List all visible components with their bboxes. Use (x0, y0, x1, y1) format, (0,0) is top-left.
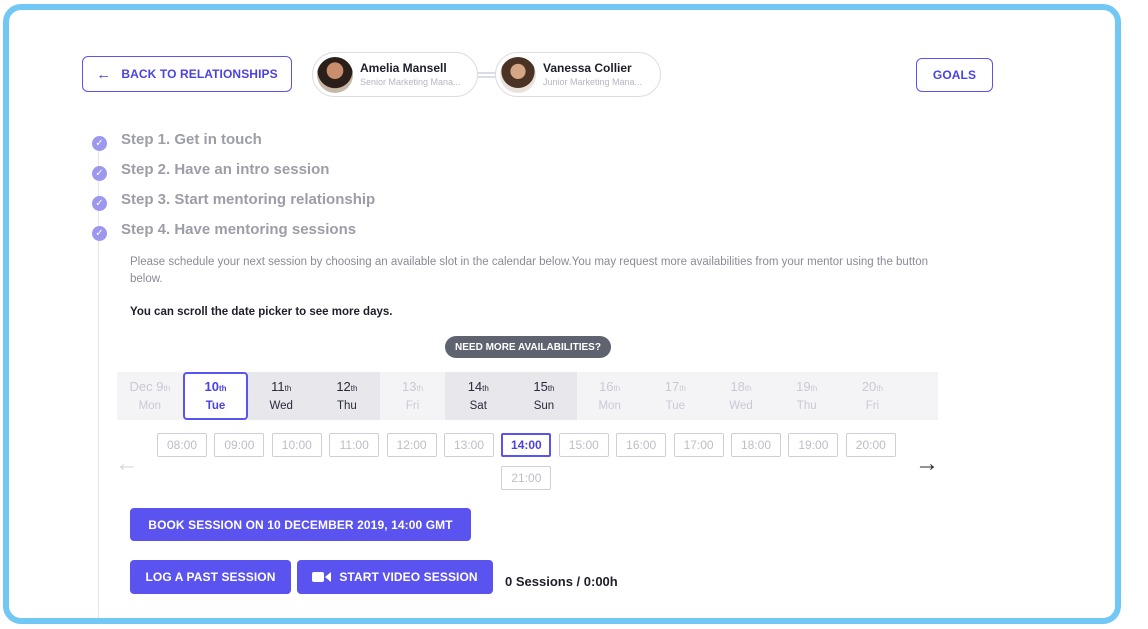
video-camera-icon (312, 572, 332, 582)
arrow-right-icon[interactable]: → (915, 452, 939, 476)
date-option: 19th Thu (774, 372, 840, 420)
step-label: Step 4. Have mentoring sessions (121, 221, 357, 238)
date-day: 10th (204, 378, 227, 394)
date-day: 15th (533, 378, 555, 394)
date-option: 17th Tue (643, 372, 709, 420)
participant-name: Vanessa Collier (543, 61, 632, 75)
date-day: 13th (402, 378, 424, 394)
participant-role: Junior Marketing Mana... (543, 77, 643, 87)
date-day: 17th (664, 378, 686, 394)
date-option[interactable]: 10th Tue (182, 372, 249, 420)
time-slot[interactable]: 09:00 (214, 433, 265, 457)
goals-button[interactable]: GOALS (916, 58, 993, 92)
time-slot[interactable]: 19:00 (788, 433, 839, 457)
date-weekday: Tue (205, 399, 226, 412)
date-day: 18th (730, 378, 752, 394)
check-circle-icon: ✓ (92, 166, 107, 181)
date-option[interactable]: 14th Sat (445, 372, 512, 420)
arrow-left-icon[interactable]: ← (115, 452, 139, 476)
sessions-summary: 0 Sessions / 0:00h (505, 574, 618, 589)
date-option[interactable]: 15th Sun (511, 372, 577, 420)
date-picker[interactable]: Dec 9th Mon 10th Tue 11th Wed 12th Thu 13th Fri 14… (117, 372, 938, 420)
date-day: 12th (336, 378, 358, 394)
time-slot[interactable]: 11:00 (329, 433, 380, 457)
step-1: ✓ Step 1. Get in touch (92, 128, 262, 151)
start-video-session-button[interactable]: START VIDEO SESSION (297, 560, 493, 594)
time-slot[interactable]: 17:00 (673, 433, 724, 457)
step-label: Step 3. Start mentoring relationship (121, 191, 376, 208)
date-weekday: Mon (598, 399, 621, 412)
scroll-note: You can scroll the date picker to see mo… (130, 306, 393, 318)
participant-chip-mentor[interactable]: Amelia Mansell Senior Marketing Mana... (312, 52, 478, 97)
date-option[interactable]: 12th Thu (314, 372, 380, 420)
date-option: 18th Wed (708, 372, 774, 420)
date-option[interactable]: 11th Wed (248, 372, 315, 420)
time-slot[interactable]: 15:00 (558, 433, 609, 457)
date-weekday: Fri (865, 399, 880, 412)
step-2: ✓ Step 2. Have an intro session (92, 158, 329, 181)
time-slot[interactable]: 16:00 (616, 433, 667, 457)
date-option: Dec 9th Mon (117, 372, 183, 420)
arrow-left-icon: ← (96, 65, 112, 83)
date-weekday: Thu (796, 399, 817, 412)
time-slot[interactable]: 18:00 (731, 433, 781, 457)
date-option: 13th Fri (380, 372, 446, 420)
date-day: 14th (467, 378, 489, 394)
step-4: ✓ Step 4. Have mentoring sessions (92, 218, 356, 241)
date-weekday: Fri (405, 399, 420, 412)
check-circle-icon: ✓ (92, 226, 107, 241)
link-connector-icon (478, 72, 496, 78)
time-slot[interactable]: 14:00 (501, 433, 552, 457)
back-to-relationships-button[interactable]: ← BACK TO RELATIONSHIPS (82, 56, 292, 92)
need-more-availabilities-button[interactable]: NEED MORE AVAILABILITIES? (445, 336, 611, 358)
date-option: 20th Fri (840, 372, 906, 420)
step-label: Step 1. Get in touch (121, 131, 262, 148)
time-slot[interactable]: 13:00 (444, 433, 494, 457)
time-slot[interactable]: 08:00 (157, 433, 207, 457)
date-day: 20th (861, 378, 883, 394)
participant-chip-mentee[interactable]: Vanessa Collier Junior Marketing Mana... (495, 52, 661, 97)
date-weekday: Sun (533, 399, 555, 412)
date-weekday: Wed (269, 399, 293, 412)
date-day: 11th (271, 378, 292, 394)
participant-name: Amelia Mansell (360, 61, 447, 75)
time-slot[interactable]: 21:00 (501, 466, 552, 490)
app-frame: ← BACK TO RELATIONSHIPS Amelia Mansell S… (3, 4, 1121, 624)
step-3: ✓ Step 3. Start mentoring relationship (92, 188, 375, 211)
date-day: 16th (599, 378, 621, 394)
date-weekday: Tue (665, 399, 686, 412)
video-button-label: START VIDEO SESSION (339, 570, 478, 584)
avatar (500, 56, 536, 93)
date-day: 19th (796, 378, 818, 394)
check-circle-icon: ✓ (92, 196, 107, 211)
schedule-description: Please schedule your next session by cho… (130, 256, 929, 285)
check-circle-icon: ✓ (92, 136, 107, 151)
back-button-label: BACK TO RELATIONSHIPS (121, 67, 278, 81)
step-label: Step 2. Have an intro session (121, 161, 330, 178)
date-day: Dec 9th (129, 378, 171, 394)
date-weekday: Mon (138, 399, 162, 412)
date-option: 16th Mon (577, 372, 643, 420)
time-slot[interactable]: 12:00 (386, 433, 437, 457)
participant-role: Senior Marketing Mana... (360, 77, 461, 87)
date-weekday: Sat (469, 399, 487, 412)
time-slot[interactable]: 20:00 (845, 433, 896, 457)
book-session-button[interactable]: BOOK SESSION ON 10 DECEMBER 2019, 14:00 … (130, 508, 471, 541)
date-weekday: Wed (729, 399, 753, 412)
date-weekday: Thu (336, 399, 357, 412)
time-slot[interactable]: 10:00 (271, 433, 322, 457)
log-past-session-button[interactable]: LOG A PAST SESSION (130, 560, 291, 594)
avatar (317, 56, 353, 93)
